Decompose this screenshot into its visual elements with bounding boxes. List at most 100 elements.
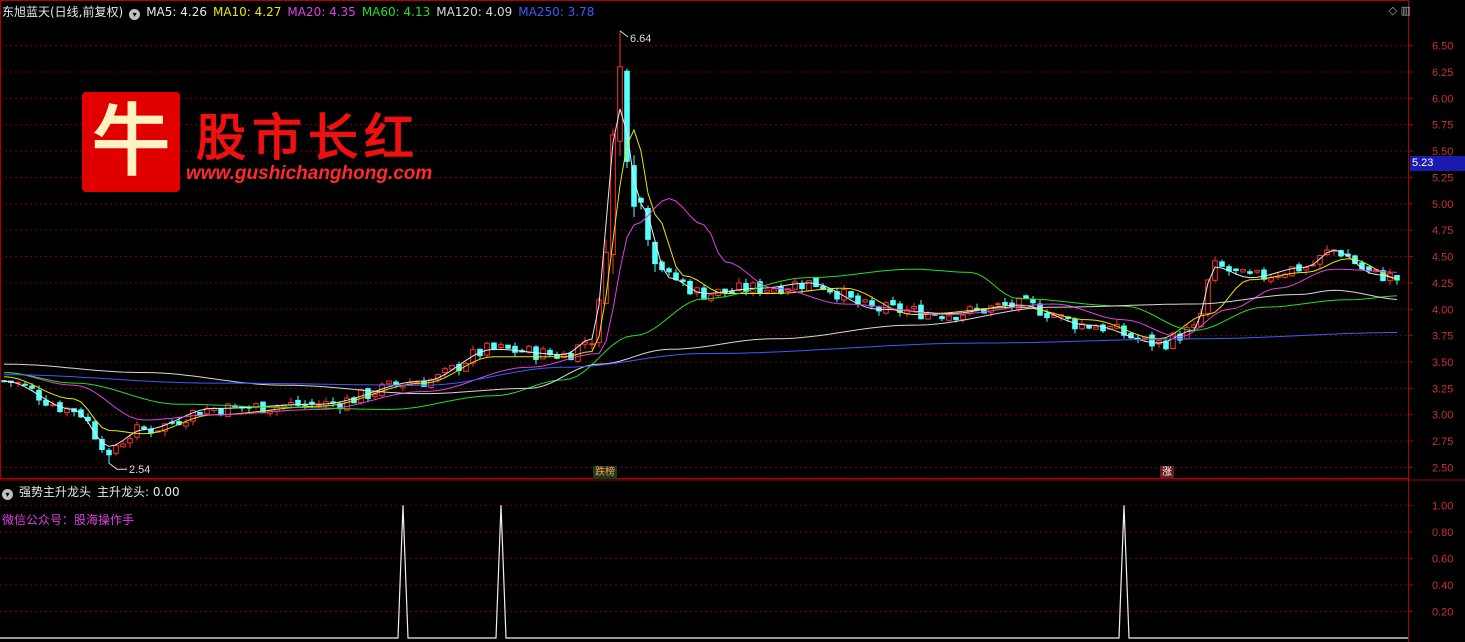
price-tick-label: 2.50 bbox=[1432, 462, 1453, 474]
price-tick-label: 3.50 bbox=[1432, 357, 1453, 369]
candle-body bbox=[1023, 295, 1029, 300]
logo-title: 股市长红 bbox=[196, 108, 420, 167]
candle-body bbox=[680, 279, 686, 282]
price-tick-label: 6.50 bbox=[1432, 41, 1453, 53]
candle-body bbox=[778, 286, 784, 294]
price-tick-label: 4.50 bbox=[1432, 252, 1453, 264]
candle-body bbox=[960, 314, 966, 321]
current-price-tag: 5.23 bbox=[1410, 156, 1465, 171]
candle-body bbox=[939, 316, 945, 320]
candle-body bbox=[505, 344, 511, 349]
ma5-label: MA5: 4.26 bbox=[146, 5, 207, 19]
candle-body bbox=[771, 288, 777, 293]
candle-body bbox=[862, 299, 868, 303]
candle-body bbox=[813, 277, 819, 288]
candle-body bbox=[729, 291, 735, 294]
indicator-value: 主升龙头: 0.00 bbox=[97, 485, 180, 499]
candle-body bbox=[1394, 275, 1400, 281]
candle-body bbox=[1149, 334, 1155, 347]
ma20-label: MA20: 4.35 bbox=[287, 5, 356, 19]
candle-body bbox=[183, 422, 189, 427]
candle-body bbox=[442, 368, 448, 374]
candle-body bbox=[617, 66, 623, 142]
candle-body bbox=[141, 426, 147, 430]
indicator-title: 强势主升龙头 bbox=[19, 485, 92, 499]
stock-name-label: 东旭蓝天(日线,前复权) bbox=[2, 5, 124, 19]
stock-chart[interactable]: 2.50 2.75 3.00 3.25 3.50 3.75 4.00 4.25 4.50 4.75… bbox=[0, 0, 1465, 642]
candle-body bbox=[484, 342, 490, 356]
ma60-label: MA60: 4.13 bbox=[361, 5, 431, 19]
candle-body bbox=[386, 380, 392, 385]
candle-body bbox=[911, 305, 917, 310]
indicator-dropdown-icon[interactable]: ▾ bbox=[2, 489, 13, 500]
logo-url: www.gushichanghong.com bbox=[186, 163, 433, 184]
candle-body bbox=[1219, 261, 1225, 267]
candle-body bbox=[1247, 271, 1253, 274]
high-marker bbox=[619, 30, 629, 38]
indicator-header: ▾ 强势主升龙头 主升龙头: 0.00 bbox=[2, 483, 186, 500]
candle-body bbox=[372, 393, 378, 398]
settings-icon[interactable]: ▥ bbox=[1401, 4, 1411, 17]
ma10-label: MA10: 4.27 bbox=[212, 5, 282, 19]
candle-body bbox=[1366, 266, 1372, 272]
indicator-line bbox=[0, 505, 1408, 639]
price-tick-label: 5.25 bbox=[1432, 172, 1453, 184]
low-marker bbox=[108, 462, 127, 470]
price-tick-label: 6.00 bbox=[1432, 93, 1453, 105]
indicator-tick-label: 1.00 bbox=[1432, 500, 1453, 512]
candle-body bbox=[1233, 268, 1239, 272]
candle-body bbox=[645, 207, 651, 240]
ma-line-ma120 bbox=[3, 289, 1398, 395]
candle-body bbox=[1303, 266, 1309, 271]
indicator-tick-label: 0.80 bbox=[1432, 527, 1453, 539]
low-price-annotation: 2.54 bbox=[129, 464, 150, 476]
candle-body bbox=[708, 294, 714, 301]
chart-tool-icons: ◇ ▥ bbox=[1389, 4, 1411, 17]
candle-body bbox=[1086, 324, 1092, 329]
candle-body bbox=[1261, 269, 1267, 280]
logo-ox-glyph: 牛 bbox=[91, 96, 170, 187]
candle-body bbox=[127, 438, 133, 444]
price-tick-label: 4.25 bbox=[1432, 278, 1453, 290]
signal-badge-dieban: 跌榜 bbox=[593, 466, 617, 479]
candle-body bbox=[1002, 302, 1008, 306]
candle-body bbox=[995, 303, 1001, 306]
candle-body bbox=[890, 300, 896, 306]
price-tick-label: 4.00 bbox=[1432, 304, 1453, 316]
candle-body bbox=[1093, 326, 1099, 330]
candle-body bbox=[106, 449, 112, 456]
indicator-tick-label: 0.60 bbox=[1432, 553, 1453, 565]
candle-body bbox=[498, 344, 504, 348]
candle-body bbox=[792, 281, 798, 290]
candle-body bbox=[491, 342, 497, 350]
candle-body bbox=[589, 343, 595, 346]
price-tick-label: 5.00 bbox=[1432, 199, 1453, 211]
candle-body bbox=[624, 70, 630, 162]
wechat-note: 微信公众号：股海操作手 bbox=[2, 513, 135, 527]
ma-line-ma250 bbox=[4, 332, 1397, 386]
candle-body bbox=[750, 282, 756, 293]
candle-body bbox=[22, 383, 28, 386]
ma250-label: MA250: 3.78 bbox=[518, 5, 595, 19]
candle-body bbox=[610, 134, 616, 256]
candle-body bbox=[666, 268, 672, 273]
candle-body bbox=[50, 404, 56, 407]
candle-body bbox=[120, 443, 126, 448]
candle-body bbox=[764, 289, 770, 293]
indicator-tick-label: 0.40 bbox=[1432, 580, 1453, 592]
candle-body bbox=[113, 445, 119, 454]
indicator-tick-label: 0.20 bbox=[1432, 606, 1453, 618]
main-chart-header: 东旭蓝天(日线,前复权) ▾ MA5: 4.26 MA10: 4.27 MA20: 4.… bbox=[2, 3, 600, 20]
price-tick-label: 3.25 bbox=[1432, 383, 1453, 395]
diamond-icon[interactable]: ◇ bbox=[1389, 4, 1397, 17]
candle-body bbox=[946, 315, 952, 321]
price-tick-label: 6.25 bbox=[1432, 67, 1453, 79]
price-tick-label: 2.75 bbox=[1432, 436, 1453, 448]
candle-body bbox=[1044, 313, 1050, 319]
candle-body bbox=[218, 408, 224, 416]
candle-body bbox=[1100, 324, 1106, 332]
dropdown-chevron-icon[interactable]: ▾ bbox=[129, 9, 141, 20]
candle-body bbox=[1254, 270, 1260, 273]
high-price-annotation: 6.64 bbox=[630, 33, 651, 45]
candle-body bbox=[1240, 269, 1246, 273]
